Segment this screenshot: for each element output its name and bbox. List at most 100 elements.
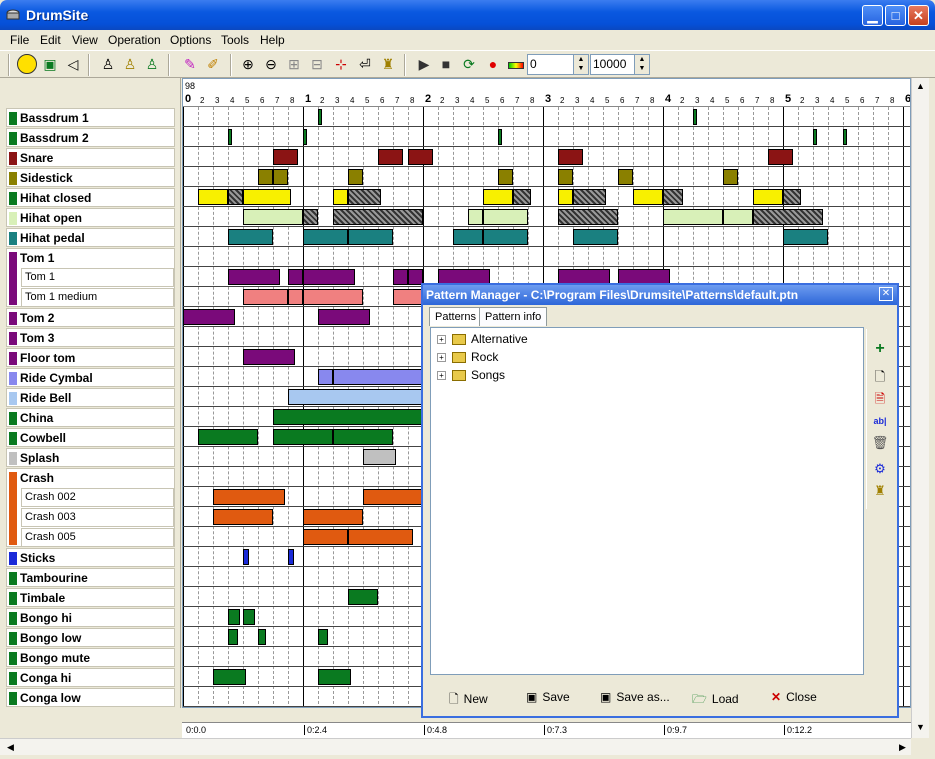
vertical-scrollbar[interactable]: ▲ ▼ <box>911 78 929 738</box>
note-block[interactable] <box>378 149 403 165</box>
note-block[interactable] <box>663 209 723 225</box>
note-block[interactable] <box>753 209 823 225</box>
smiley-icon[interactable] <box>17 54 37 74</box>
track-sub-item[interactable]: Crash 003 <box>21 508 174 527</box>
track-row[interactable]: Conga hi <box>6 668 175 687</box>
track-row[interactable]: Tom 3 <box>6 328 175 347</box>
zoom-out-icon[interactable]: ⊖ <box>261 54 281 74</box>
menu-tools[interactable]: Tools <box>221 33 249 47</box>
note-block[interactable] <box>558 209 618 225</box>
note-block[interactable] <box>408 149 433 165</box>
note-block[interactable] <box>258 169 273 185</box>
note-block[interactable] <box>558 169 573 185</box>
position-spinner[interactable]: 0 ▲ ▼ <box>527 54 589 75</box>
note-block[interactable] <box>183 309 235 325</box>
track-row[interactable]: Bassdrum 1 <box>6 108 175 127</box>
scroll-right-button[interactable]: ▶ <box>894 739 911 756</box>
menu-options[interactable]: Options <box>170 33 211 47</box>
note-block[interactable] <box>228 229 273 245</box>
note-block[interactable] <box>288 389 423 405</box>
horizontal-scrollbar[interactable]: ◀ ▶ <box>0 738 911 755</box>
note-block[interactable] <box>693 109 697 125</box>
expand-icon[interactable]: + <box>437 353 446 363</box>
scroll-left-button[interactable]: ◀ <box>2 739 19 756</box>
track-row[interactable]: Crash Crash 002 Crash 003 Crash 005 <box>6 468 175 547</box>
note-block[interactable] <box>303 209 318 225</box>
loop-icon[interactable]: ▣ <box>40 54 60 74</box>
tree-node-alternative[interactable]: + Alternative <box>437 332 528 346</box>
add-icon[interactable]: + <box>870 339 890 359</box>
track-row[interactable]: Hihat pedal <box>6 228 175 247</box>
note-block[interactable] <box>318 369 333 385</box>
note-block[interactable] <box>498 169 513 185</box>
note-block[interactable] <box>273 429 333 445</box>
note-block[interactable] <box>273 149 298 165</box>
note-block[interactable] <box>348 229 393 245</box>
track-row[interactable]: Snare <box>6 148 175 167</box>
snap-icon[interactable]: ⏎ <box>355 54 375 74</box>
note-block[interactable] <box>273 409 423 425</box>
track-row[interactable]: Ride Cymbal <box>6 368 175 387</box>
close-window-button[interactable]: ✕ <box>908 5 929 26</box>
note-block[interactable] <box>213 669 246 685</box>
tab-pattern-info[interactable]: Pattern info <box>479 307 548 326</box>
track-row[interactable]: Tom 1 Tom 1 Tom 1 medium <box>6 248 175 307</box>
note-block[interactable] <box>273 169 288 185</box>
note-block[interactable] <box>318 629 328 645</box>
track-row[interactable]: Bongo low <box>6 628 175 647</box>
note-block[interactable] <box>483 209 528 225</box>
person-icon[interactable]: ♙ <box>142 54 162 74</box>
track-row[interactable]: Bongo mute <box>6 648 175 667</box>
rename-icon[interactable]: ab| <box>870 411 890 431</box>
note-block[interactable] <box>303 269 355 285</box>
play-icon[interactable]: ▶ <box>414 54 434 74</box>
tab-patterns[interactable]: Patterns <box>429 307 482 326</box>
note-block[interactable] <box>243 189 291 205</box>
track-row[interactable]: Floor tom <box>6 348 175 367</box>
spinner-arrows[interactable]: ▲ ▼ <box>634 55 649 74</box>
note-block[interactable] <box>318 669 351 685</box>
maximize-button[interactable]: □ <box>885 5 906 26</box>
note-block[interactable] <box>303 289 363 305</box>
track-row[interactable]: Tom 2 <box>6 308 175 327</box>
menu-view[interactable]: View <box>72 33 98 47</box>
note-block[interactable] <box>243 549 249 565</box>
speaker-icon[interactable]: ◁ <box>63 54 83 74</box>
track-row[interactable]: Conga low <box>6 688 175 707</box>
repeat-icon[interactable]: ⟳ <box>459 54 479 74</box>
menu-help[interactable]: Help <box>260 33 285 47</box>
track-row[interactable]: Bassdrum 2 <box>6 128 175 147</box>
note-block[interactable] <box>213 489 285 505</box>
note-block[interactable] <box>453 229 483 245</box>
note-block[interactable] <box>303 229 348 245</box>
expand-icon[interactable]: + <box>437 335 446 345</box>
note-block[interactable] <box>618 169 633 185</box>
stop-icon[interactable]: ■ <box>436 54 456 74</box>
note-block[interactable] <box>753 189 783 205</box>
note-block[interactable] <box>783 189 801 205</box>
close-button[interactable]: ✕ Close <box>771 690 817 710</box>
note-block[interactable] <box>573 189 606 205</box>
track-sub-item[interactable]: Crash 002 <box>21 488 174 507</box>
zoom-in-icon[interactable]: ⊞ <box>284 54 304 74</box>
note-block[interactable] <box>333 189 348 205</box>
tree-node-rock[interactable]: + Rock <box>437 350 498 364</box>
note-block[interactable] <box>783 229 828 245</box>
note-block[interactable] <box>303 129 307 145</box>
pattern-tree[interactable]: + Alternative + Rock + Songs <box>430 327 864 675</box>
zoom-in-icon[interactable]: ⊕ <box>238 54 258 74</box>
save-as-button[interactable]: ▣ Save as... <box>600 690 670 710</box>
person-icon[interactable]: ♙ <box>120 54 140 74</box>
note-block[interactable] <box>228 269 280 285</box>
note-block[interactable] <box>228 629 238 645</box>
metronome-icon[interactable]: ♜ <box>870 481 890 501</box>
track-row[interactable]: China <box>6 408 175 427</box>
note-block[interactable] <box>468 209 483 225</box>
length-spinner[interactable]: 10000 ▲ ▼ <box>590 54 650 75</box>
trash-icon[interactable]: 🗑 <box>870 433 890 453</box>
note-block[interactable] <box>633 189 663 205</box>
track-row[interactable]: Splash <box>6 448 175 467</box>
delete-file-icon[interactable]: 🗎 <box>870 389 890 409</box>
brush-icon[interactable]: ✐ <box>203 54 223 74</box>
note-block[interactable] <box>513 189 531 205</box>
